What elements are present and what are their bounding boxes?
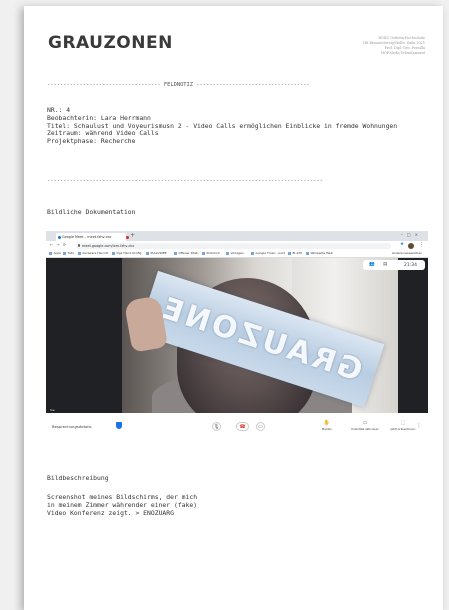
new-tab-icon: + [130,232,136,239]
captions-label: Untertitel aktivieren [350,427,380,431]
hangup-icon: ☎ [236,422,249,431]
bookmark-item: Vorlagen [226,250,244,257]
meeting-details-button: Besprechungsdetails [52,424,92,429]
captions-action: ▭ Untertitel aktivieren [349,420,381,431]
dokumentation-label: Bildliche Dokumentation [47,208,136,216]
video-feed: GRAUZONE [122,258,398,413]
omnibox-url: meet.google.com/ixm-fzhv-cbc [82,243,135,248]
bildbeschreibung-text: Screenshot meines Bildschirms, der mich … [47,493,198,517]
feldnotiz-meta: NR.: 4 Beobachterin: Lara Herrmann Titel: … [47,106,429,146]
document-page: GRAUZONEN HGKU Ostfalia/Hochschule Hil B… [24,6,443,610]
camera-icon: ▭ [256,422,265,431]
captions-icon: ▭ [362,420,368,426]
bookmark-item: Bl 225 [288,250,303,257]
bookmark-item: Tolls [63,250,74,257]
institution-line: HOF.Mode/Urbanfamarnt [380,51,425,55]
profile-avatar [408,242,414,249]
present-action: ⬚ Jetzt präsentieren [387,420,419,431]
mic-icon: 🎙 [212,422,221,431]
shield-icon [116,422,122,429]
more-options-icon: ⋮ [416,422,422,429]
present-label: Jetzt präsentieren [390,427,416,431]
window-controls-icon: –□× [400,232,422,237]
recording-dot-icon [126,235,129,239]
meet-top-pill: 👥 ▤ 21:34 [363,260,425,270]
bookmarks-bar: Apps Tolls Kurzwarе Hard Pl. Dgz Hand Ko… [46,250,428,258]
meet-clock: 21:34 [404,262,417,268]
screenshot-image: Google Meet – meet-fzhv-cbc + –□× ←→⟳ me… [46,231,428,440]
chat-icon: ▤ [383,262,388,267]
meta-projektphase: Projektphase: Recherche [47,137,136,146]
raise-hand-label: Melden [321,427,333,431]
browser-tab-title: Google Meet – meet-fzhv-cbc [62,235,112,239]
browser-menu-icon: ⋮ [419,241,424,248]
bookmark-item: PULLVIDEE [146,250,167,257]
raise-hand-icon: ✋ [323,420,331,426]
bookmark-star-icon: ★ [399,242,404,247]
bookmark-item: Protokoll [202,250,220,257]
brand-title: GRAUZONEN [48,33,173,53]
bookmark-item: Dgz Hand Konfig [112,250,142,257]
bookmark-item: Wikipedia Web [306,250,333,257]
lock-icon [78,244,81,247]
people-icon: 👥 [369,262,375,267]
self-tile-label: Sie [50,408,55,412]
end-separator: ----------------------------------------… [47,178,323,184]
institution-block: HGKU Ostfalia/Hochschule Hil Braunschwei… [305,36,425,56]
bookmarks-other: Andere Lesezeichen [391,251,422,255]
feldnotiz-separator: ----------------------------------- FELD… [47,82,310,88]
present-icon: ⬚ [400,420,406,426]
raise-hand-action: ✋ Melden [311,420,343,431]
browser-tab: Google Meet – meet-fzhv-cbc [56,233,129,241]
meet-favicon-icon [58,235,61,239]
bildbeschreibung-label: Bildbeschreibung [47,474,109,482]
omnibox: meet.google.com/ixm-fzhv-cbc [76,242,391,249]
nav-arrows-icon: ←→⟳ [50,242,70,247]
browser-tabbar: Google Meet – meet-fzhv-cbc + –□× [46,231,428,241]
bookmark-item: Offener Rhet. [174,250,199,257]
browser-urlbar: ←→⟳ meet.google.com/ixm-fzhv-cbc ★ ⋮ [46,241,428,250]
bookmark-item: Google Fmen - pol3 [251,250,285,257]
bookmark-item: Apps [49,250,61,257]
meet-control-bar: Besprechungsdetails 🎙 ☎ ▭ ✋ Melden ▭ Unt… [46,413,428,440]
bookmark-item: Kurzwarе Hard Pl. [78,250,110,257]
